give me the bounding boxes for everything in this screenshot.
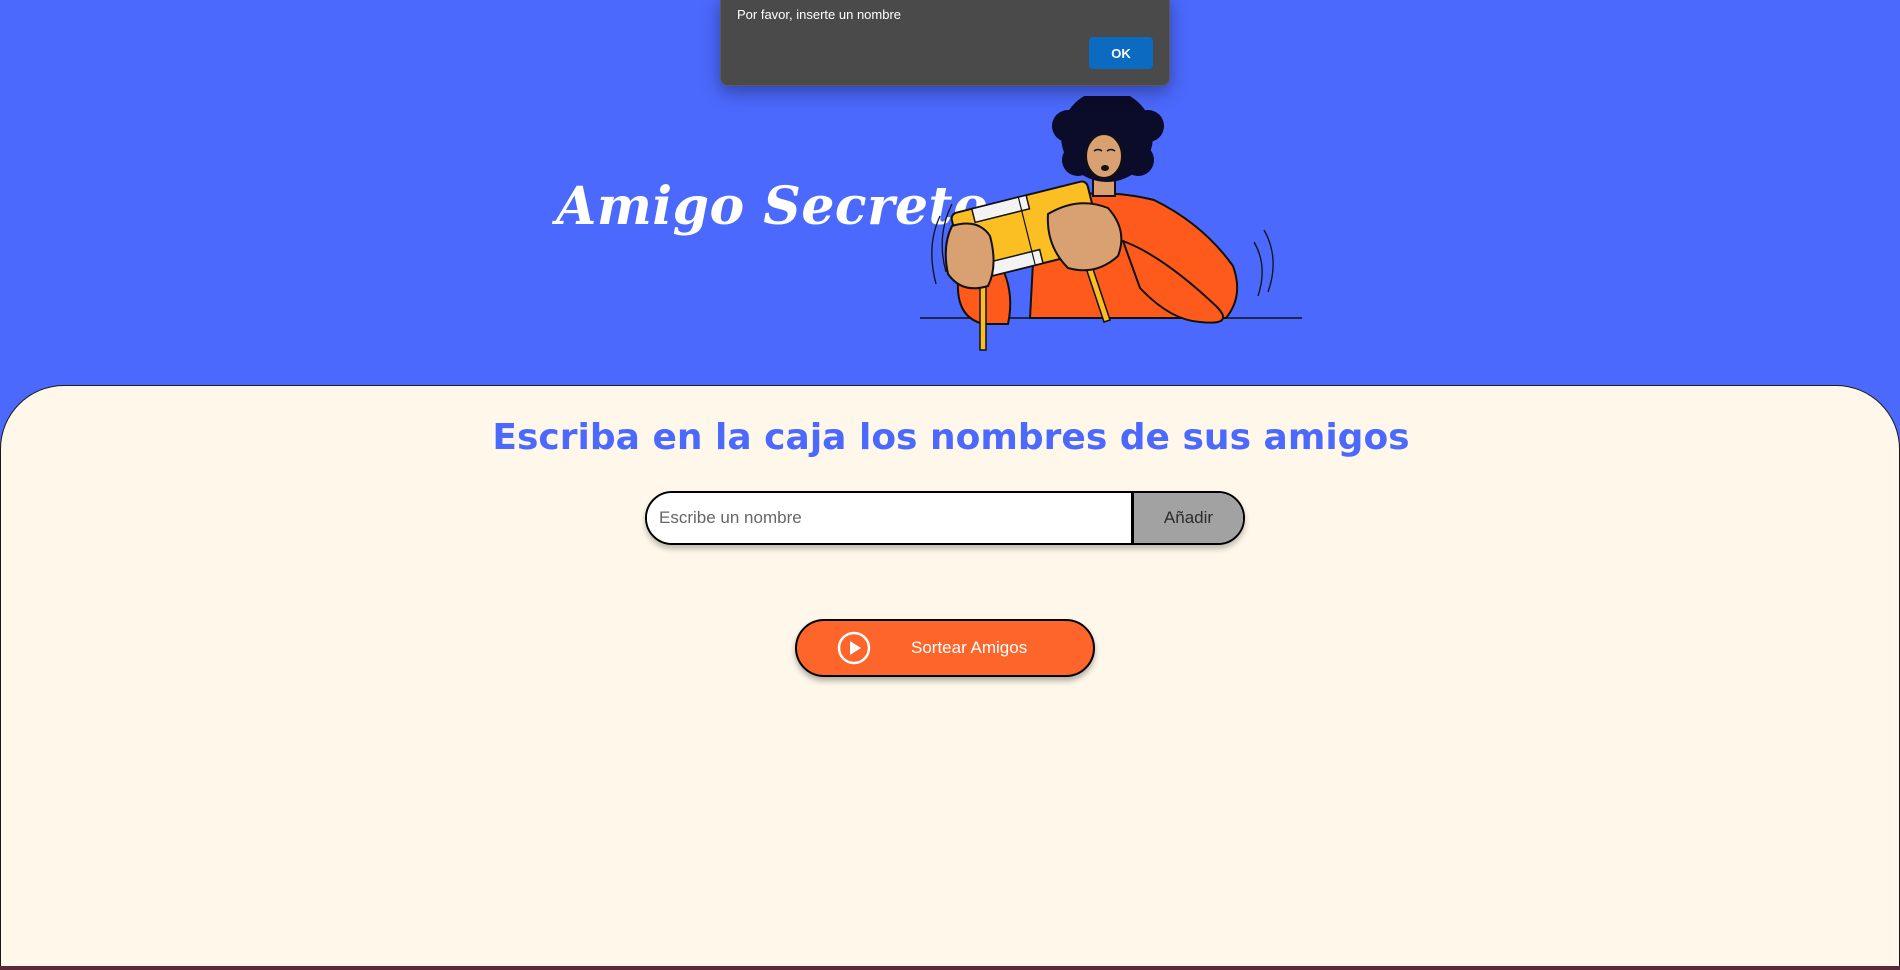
section-title: Escriba en la caja los nombres de sus am… xyxy=(492,417,1410,458)
alert-ok-button[interactable]: OK xyxy=(1089,37,1153,69)
main-content: Escriba en la caja los nombres de sus am… xyxy=(0,385,1900,967)
name-input-group: Añadir xyxy=(645,491,1245,545)
alert-message: Por favor, inserte un nombre xyxy=(737,7,902,22)
draw-friends-button[interactable]: Sortear Amigos xyxy=(795,619,1095,677)
alert-dialog: Por favor, inserte un nombre OK xyxy=(720,0,1170,86)
person-with-gift-illustration xyxy=(920,96,1302,351)
add-button[interactable]: Añadir xyxy=(1131,493,1243,543)
draw-friends-label: Sortear Amigos xyxy=(911,638,1028,657)
name-input[interactable] xyxy=(647,493,1131,543)
play-circle-icon xyxy=(837,631,871,665)
bottom-strip xyxy=(0,966,1900,970)
